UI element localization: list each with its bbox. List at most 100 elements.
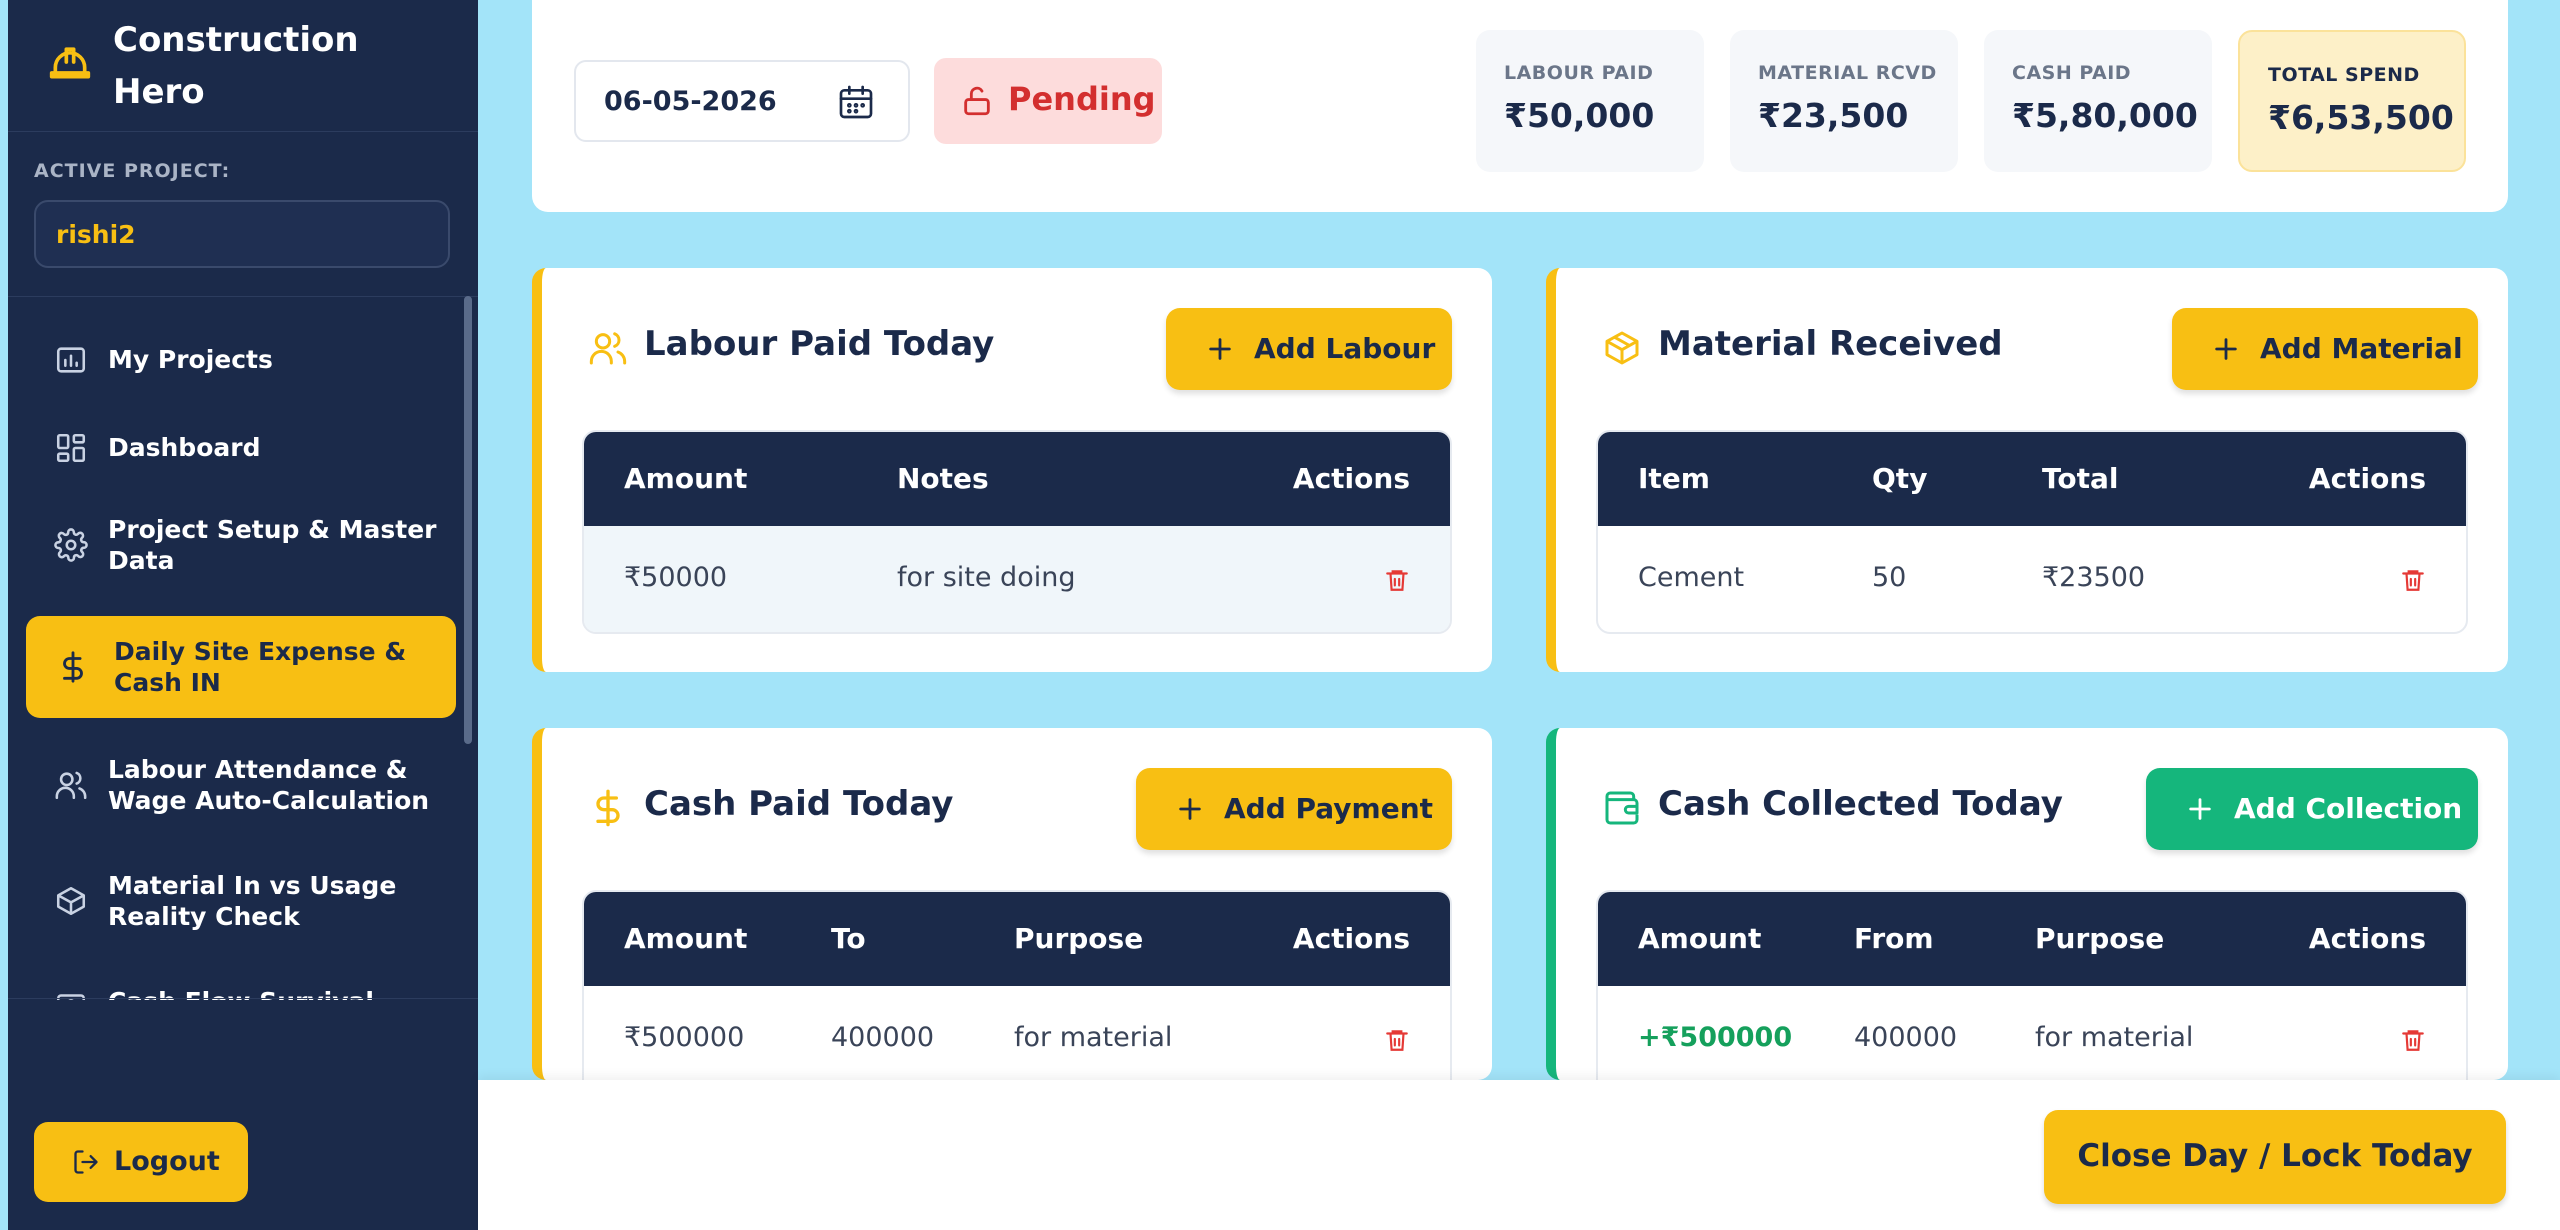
cell-amount: ₹50000	[624, 562, 728, 593]
stat-value: ₹50,000	[1504, 96, 1655, 135]
stat-label: LABOUR PAID	[1504, 62, 1654, 84]
cell-amount: ₹500000	[624, 1022, 745, 1053]
sidebar-item-label: Dashboard	[108, 433, 261, 462]
stat-value: ₹6,53,500	[2268, 98, 2454, 137]
add-collection-button[interactable]: Add Collection	[2146, 768, 2478, 850]
sidebar-item-project-setup[interactable]: Project Setup & Master Data	[26, 510, 456, 580]
column-header: Actions	[1292, 462, 1410, 495]
cash-paid-table: Amount To Purpose Actions ₹500000 400000…	[582, 890, 1452, 1080]
stat-cash-paid: CASH PAID ₹5,80,000	[1984, 30, 2212, 172]
trash-icon[interactable]	[2400, 1026, 2426, 1054]
column-header: Qty	[1872, 462, 1928, 495]
stat-value: ₹5,80,000	[2012, 96, 2198, 135]
dashboard-icon	[56, 433, 86, 463]
cell-total: ₹23500	[2042, 562, 2146, 593]
add-payment-label: Add Payment	[1224, 792, 1434, 825]
material-table: Item Qty Total Actions Cement 50 ₹23500	[1596, 430, 2468, 634]
sidebar-item-label: My Projects	[108, 345, 273, 374]
stat-material-rcvd: MATERIAL RCVD ₹23,500	[1730, 30, 1958, 172]
sidebar-item-label: Labour Attendance & Wage Auto-Calculatio…	[108, 755, 430, 815]
plus-icon	[1209, 338, 1231, 360]
column-header: Purpose	[2035, 922, 2165, 955]
plus-icon	[1179, 798, 1201, 820]
sidebar: Construction Hero ACTIVE PROJECT: rishi2…	[8, 0, 478, 1230]
table-row: ₹500000 400000 for material	[584, 986, 1450, 1080]
column-header: Amount	[1638, 922, 1762, 955]
status-label: Pending	[1008, 80, 1156, 118]
users-icon	[55, 771, 87, 800]
projects-icon	[56, 347, 86, 373]
panel-title: Cash Collected Today	[1658, 784, 2063, 824]
cell-qty: 50	[1872, 562, 1907, 593]
column-header: To	[831, 922, 866, 955]
panel-title: Material Received	[1658, 324, 2003, 364]
logout-button[interactable]: Logout	[34, 1122, 248, 1202]
add-collection-label: Add Collection	[2234, 792, 2463, 825]
sidebar-item-material-usage[interactable]: Material In vs Usage Reality Check	[26, 866, 456, 936]
date-picker[interactable]: 06-05-2026	[574, 60, 910, 142]
sidebar-item-my-projects[interactable]: My Projects	[26, 338, 456, 382]
trash-icon[interactable]	[1384, 1026, 1410, 1054]
trash-icon[interactable]	[1384, 566, 1410, 594]
summary-header: 06-05-2026 Pending LABOUR PAID ₹50,000 M…	[532, 0, 2508, 212]
logout-label: Logout	[114, 1146, 220, 1177]
divider	[8, 296, 478, 297]
brand-name: Construction Hero	[113, 20, 359, 112]
cell-item: Cement	[1638, 562, 1745, 593]
bottom-action-bar: Close Day / Lock Today	[478, 1080, 2560, 1230]
trash-icon[interactable]	[2400, 566, 2426, 594]
table-row: ₹50000 for site doing	[584, 526, 1450, 632]
wallet-icon	[1605, 791, 1639, 825]
add-material-label: Add Material	[2260, 332, 2463, 365]
active-project-label: ACTIVE PROJECT:	[34, 160, 231, 182]
labour-paid-panel: Labour Paid Today Add Labour Amount Note…	[532, 268, 1492, 672]
column-header: Actions	[2308, 922, 2426, 955]
stat-labour-paid: LABOUR PAID ₹50,000	[1476, 30, 1704, 172]
active-project-selector[interactable]: rishi2	[34, 200, 450, 268]
divider	[8, 998, 478, 999]
active-project-value: rishi2	[56, 220, 136, 249]
sidebar-item-labour-attendance[interactable]: Labour Attendance & Wage Auto-Calculatio…	[26, 750, 456, 820]
add-material-button[interactable]: Add Material	[2172, 308, 2478, 390]
box-icon	[56, 886, 86, 916]
add-payment-button[interactable]: Add Payment	[1136, 768, 1452, 850]
brand: Construction Hero	[8, 0, 478, 132]
column-header: Amount	[624, 922, 748, 955]
add-labour-button[interactable]: Add Labour	[1166, 308, 1452, 390]
column-header: Amount	[624, 462, 748, 495]
gear-icon	[54, 528, 88, 562]
users-icon	[589, 332, 627, 365]
cell-amount: +₹500000	[1638, 1022, 1793, 1053]
close-day-button[interactable]: Close Day / Lock Today	[2044, 1110, 2506, 1204]
dollar-icon	[63, 651, 83, 683]
panel-title: Cash Paid Today	[644, 784, 954, 824]
cell-purpose: for material	[1014, 1022, 1173, 1053]
sidebar-item-label: Project Setup & Master Data	[108, 515, 437, 575]
add-labour-label: Add Labour	[1254, 332, 1436, 365]
material-received-panel: Material Received Add Material Item Qty …	[1546, 268, 2508, 672]
close-day-label: Close Day / Lock Today	[2077, 1138, 2473, 1174]
column-header: From	[1854, 922, 1934, 955]
table-row: Cement 50 ₹23500	[1598, 526, 2466, 632]
sidebar-item-daily-site-expense[interactable]: Daily Site Expense & Cash IN	[26, 616, 456, 718]
box-icon	[1605, 331, 1639, 365]
unlock-icon	[964, 86, 990, 116]
status-badge: Pending	[934, 58, 1162, 144]
column-header: Total	[2042, 462, 2119, 495]
plus-icon	[2189, 798, 2211, 820]
cash-collected-table: Amount From Purpose Actions +₹500000 400…	[1596, 890, 2468, 1080]
table-header: Item Qty Total Actions	[1598, 432, 2466, 526]
sidebar-scrollbar[interactable]	[464, 296, 472, 744]
cell-to: 400000	[831, 1022, 935, 1053]
column-header: Item	[1638, 462, 1710, 495]
cash-paid-panel: Cash Paid Today Add Payment Amount To Pu…	[532, 728, 1492, 1080]
calendar-icon[interactable]	[836, 82, 876, 122]
sidebar-item-dashboard[interactable]: Dashboard	[26, 426, 456, 470]
labour-table: Amount Notes Actions ₹50000 for site doi…	[582, 430, 1452, 634]
stat-total-spend: TOTAL SPEND ₹6,53,500	[2238, 30, 2466, 172]
column-header: Actions	[1292, 922, 1410, 955]
plus-icon	[2215, 338, 2237, 360]
column-header: Notes	[897, 462, 989, 495]
dollar-icon	[596, 789, 620, 827]
sidebar-nav: My Projects Dashboard Project Setup & Ma…	[8, 300, 468, 1000]
